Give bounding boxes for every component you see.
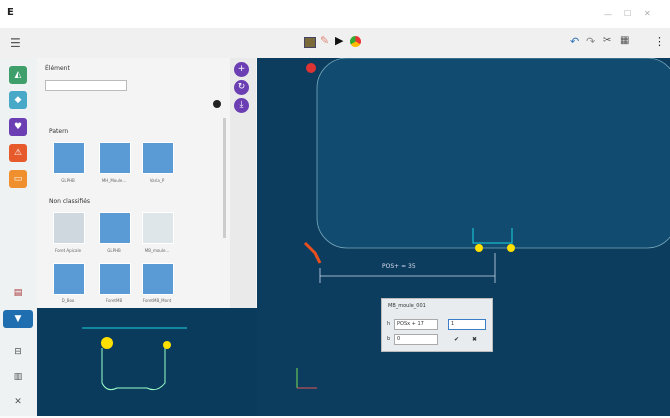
- element-thumb-2[interactable]: [99, 212, 131, 244]
- parameter-dialog: MB_moule_001 h POSx + 17 1 b 0 ✔ ✖: [381, 298, 493, 352]
- element-thumb-5[interactable]: [99, 263, 131, 295]
- menu-icon[interactable]: ☰: [10, 36, 21, 50]
- edit-icon[interactable]: ✎: [320, 34, 329, 47]
- play-icon[interactable]: ▶: [335, 34, 343, 47]
- dimension-label: POS+ = 35: [382, 263, 416, 270]
- element-preview: [37, 308, 257, 416]
- tools-icon[interactable]: ✂: [603, 35, 611, 46]
- cancel-button[interactable]: ✖: [472, 336, 477, 343]
- element-label-4: D_Boo: [61, 298, 75, 303]
- section-element-title: Élément: [45, 65, 70, 72]
- side-action-bar: + ↻ ⤓: [230, 58, 256, 308]
- section-patterns-title: Patern: [49, 128, 69, 135]
- pattern-label-3: Varia_P: [149, 178, 165, 183]
- maximize-button[interactable]: ☐: [624, 9, 631, 18]
- chrome-icon[interactable]: [350, 36, 361, 47]
- tool-warning-icon[interactable]: ⚠: [9, 144, 27, 162]
- pattern-thumb-3[interactable]: [142, 142, 174, 174]
- element-thumb-1[interactable]: [53, 212, 85, 244]
- tool-layers-icon[interactable]: ◆: [9, 91, 27, 109]
- element-label-1: Foret Apicale: [54, 248, 82, 253]
- tool-import-icon[interactable]: ▤: [9, 284, 27, 302]
- main-toolbar: ☰ ✎ ▶ ↶ ↷ ✂ ▦ ⋮: [0, 28, 670, 59]
- element-panel: Élément Patern GLPHB MH_Moule... Varia_P…: [37, 58, 257, 308]
- refresh-icon[interactable]: ↻: [234, 80, 249, 95]
- plus-icon[interactable]: +: [234, 62, 249, 77]
- field1-input[interactable]: POSx + 17: [394, 319, 438, 330]
- ok-button[interactable]: ✔: [454, 336, 459, 343]
- tool-shelf-icon[interactable]: ⊟: [9, 343, 27, 361]
- preview-shape: [82, 327, 187, 391]
- section-non-classified-title: Non classifiés: [49, 198, 91, 205]
- undo-icon[interactable]: ↶: [570, 35, 579, 48]
- element-label-6: ForetMB_Mont: [142, 298, 172, 303]
- field2-label: b: [387, 336, 391, 342]
- pattern-label-1: GLPHB: [61, 178, 75, 183]
- field1-extra-input[interactable]: 1: [448, 319, 486, 330]
- more-icon[interactable]: ⋮: [654, 35, 665, 48]
- pattern-thumb-1[interactable]: [53, 142, 85, 174]
- field2-input[interactable]: 0: [394, 334, 438, 345]
- tool-shape-icon[interactable]: ◭: [9, 66, 27, 84]
- tool-folder-icon[interactable]: ▭: [9, 170, 27, 188]
- pattern-thumb-2[interactable]: [99, 142, 131, 174]
- canvas-drawing: [296, 57, 670, 389]
- image-icon[interactable]: [304, 37, 316, 48]
- tool-axes-icon[interactable]: ✕: [9, 393, 27, 411]
- title-bar: E — ☐ ✕: [0, 0, 670, 28]
- panel-scrollbar[interactable]: [223, 118, 226, 238]
- tool-stack-icon[interactable]: ▥: [9, 368, 27, 386]
- element-thumb-4[interactable]: [53, 263, 85, 295]
- left-toolbar: ◭ ◆ ♥ ⚠ ▭ ▤ ▼ ⊟ ▥ ✕: [0, 58, 38, 416]
- dialog-title: MB_moule_001: [388, 303, 426, 309]
- tool-element-icon[interactable]: ♥: [9, 118, 27, 136]
- color-dot[interactable]: [213, 100, 221, 108]
- download-icon[interactable]: ⤓: [234, 98, 249, 113]
- pattern-label-2: MH_Moule...: [101, 178, 127, 183]
- element-thumb-6[interactable]: [142, 263, 174, 295]
- grid-icon[interactable]: ▦: [620, 35, 629, 46]
- drawing-canvas[interactable]: POS+ = 35: [257, 57, 670, 416]
- element-thumb-3[interactable]: [142, 212, 174, 244]
- redo-icon[interactable]: ↷: [586, 35, 595, 48]
- element-label-5: ForetMB: [105, 298, 123, 303]
- element-label-2: GLPHB: [107, 248, 121, 253]
- close-button[interactable]: ✕: [644, 9, 651, 18]
- field1-label: h: [387, 321, 391, 327]
- tool-view-icon[interactable]: ▼: [3, 310, 33, 328]
- minimize-button[interactable]: —: [604, 10, 612, 19]
- element-search-input[interactable]: [45, 80, 127, 91]
- app-logo: E: [7, 7, 14, 18]
- element-label-3: MB_moule...: [144, 248, 170, 253]
